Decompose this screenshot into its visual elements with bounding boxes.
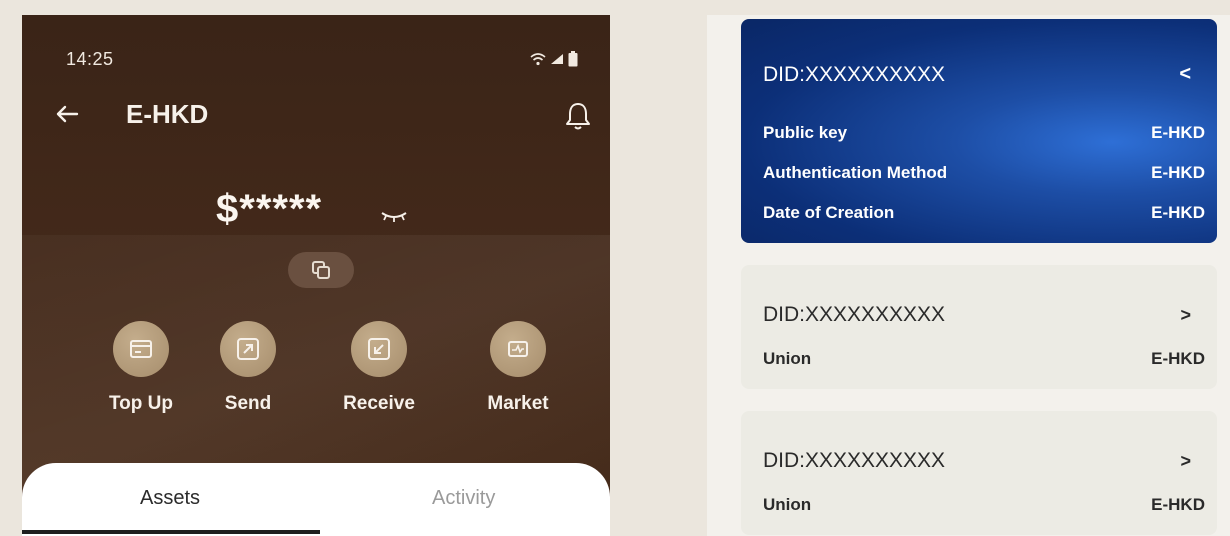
did-detail-label: Authentication Method xyxy=(763,163,948,182)
signal-icon xyxy=(551,54,563,64)
send-circle[interactable] xyxy=(220,321,276,377)
arrow-down-left-icon xyxy=(368,338,390,360)
did-detail-row: Authentication Method E-HKD xyxy=(763,163,1205,183)
did-identifier: DID:XXXXXXXXXX xyxy=(763,63,946,86)
card-icon xyxy=(130,340,152,358)
tab-activity[interactable]: Activity xyxy=(432,487,495,510)
did-card-collapsed[interactable]: DID:XXXXXXXXXX > Union E-HKD xyxy=(741,265,1217,389)
did-detail-value: E-HKD xyxy=(1151,123,1205,142)
bell-icon xyxy=(566,103,590,130)
did-detail-label: Public key xyxy=(763,123,848,142)
did-list-panel: DID:XXXXXXXXXX < Public key E-HKD Authen… xyxy=(707,15,1230,536)
balance-amount: $***** xyxy=(216,187,323,231)
did-summary-value: E-HKD xyxy=(1151,349,1205,368)
copy-icon xyxy=(312,261,330,279)
wifi-icon xyxy=(530,53,546,66)
did-summary-label: Union xyxy=(763,495,812,514)
chart-icon xyxy=(508,341,528,357)
send-action[interactable]: Send xyxy=(193,321,303,415)
market-action[interactable]: Market xyxy=(463,321,573,415)
page-title: E-HKD xyxy=(126,99,209,129)
did-detail-label: Date of Creation xyxy=(763,203,895,222)
did-summary-value: E-HKD xyxy=(1151,495,1205,514)
did-identifier: DID:XXXXXXXXXX xyxy=(763,449,946,472)
tab-bar: Assets Activity xyxy=(22,463,610,536)
did-summary-row: Union E-HKD xyxy=(763,495,1205,515)
copy-button[interactable] xyxy=(288,252,354,288)
did-detail-row: Public key E-HKD xyxy=(763,123,1205,143)
top-up-label: Top Up xyxy=(108,393,173,414)
did-card-expanded[interactable]: DID:XXXXXXXXXX < Public key E-HKD Authen… xyxy=(741,19,1217,243)
arrow-up-right-icon xyxy=(237,338,259,360)
tab-assets[interactable]: Assets xyxy=(140,487,200,510)
status-icons xyxy=(530,51,578,67)
receive-action[interactable]: Receive xyxy=(324,321,434,415)
did-identifier: DID:XXXXXXXXXX xyxy=(763,303,946,326)
collapse-chevron-icon[interactable]: < xyxy=(1179,63,1191,86)
did-detail-value: E-HKD xyxy=(1151,203,1205,222)
top-up-circle[interactable] xyxy=(113,321,169,377)
status-time: 14:25 xyxy=(66,49,114,69)
eye-closed-icon xyxy=(381,212,407,222)
receive-label: Receive xyxy=(343,393,415,414)
expand-chevron-icon[interactable]: > xyxy=(1180,305,1191,326)
did-summary-label: Union xyxy=(763,349,812,368)
battery-icon xyxy=(568,51,578,67)
active-tab-indicator xyxy=(22,530,320,534)
market-circle[interactable] xyxy=(490,321,546,377)
wallet-screen: 14:25 E-HKD $***** Top Up Send Receive M… xyxy=(22,15,610,536)
did-detail-value: E-HKD xyxy=(1151,163,1205,182)
back-button[interactable] xyxy=(52,99,82,129)
did-card-collapsed[interactable]: DID:XXXXXXXXXX > Union E-HKD xyxy=(741,411,1217,535)
back-arrow-icon xyxy=(56,105,79,123)
market-label: Market xyxy=(487,393,549,414)
top-up-action[interactable]: Top Up xyxy=(86,321,196,415)
receive-circle[interactable] xyxy=(351,321,407,377)
toggle-balance-visibility[interactable] xyxy=(378,207,410,227)
expand-chevron-icon[interactable]: > xyxy=(1180,451,1191,472)
notifications-button[interactable] xyxy=(564,101,594,131)
did-detail-row: Date of Creation E-HKD xyxy=(763,203,1205,223)
did-summary-row: Union E-HKD xyxy=(763,349,1205,369)
send-label: Send xyxy=(224,393,272,414)
